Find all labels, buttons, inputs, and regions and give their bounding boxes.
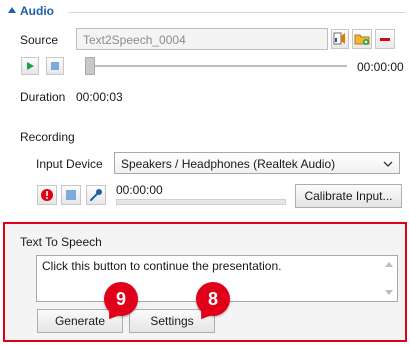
collapse-triangle-icon[interactable] bbox=[8, 7, 16, 13]
import-audio-button[interactable] bbox=[331, 29, 349, 49]
scroll-up-icon[interactable] bbox=[385, 262, 393, 267]
record-level-bar bbox=[116, 199, 286, 205]
open-folder-button[interactable] bbox=[352, 29, 372, 49]
folder-icon bbox=[354, 34, 370, 45]
audio-section-title: Audio bbox=[20, 4, 54, 18]
microphone-button[interactable] bbox=[86, 185, 106, 205]
calibrate-input-button[interactable]: Calibrate Input... bbox=[295, 184, 402, 208]
audio-section-header[interactable]: Audio bbox=[0, 0, 410, 22]
playback-slider-thumb[interactable] bbox=[85, 57, 95, 75]
scroll-down-icon[interactable] bbox=[385, 290, 393, 295]
source-label: Source bbox=[20, 33, 59, 47]
tts-text-scrollbar[interactable] bbox=[383, 258, 395, 299]
input-device-value: Speakers / Headphones (Realtek Audio) bbox=[121, 157, 336, 171]
recording-section-title: Recording bbox=[20, 130, 75, 144]
record-icon bbox=[41, 189, 53, 201]
text-to-speech-title: Text To Speech bbox=[20, 235, 102, 249]
play-button[interactable] bbox=[21, 57, 39, 75]
stop-icon bbox=[66, 190, 76, 200]
audio-file-icon bbox=[333, 32, 345, 45]
microphone-icon bbox=[90, 189, 102, 201]
record-stop-button[interactable] bbox=[61, 185, 81, 205]
play-icon bbox=[27, 62, 34, 70]
duration-value: 00:00:03 bbox=[76, 90, 123, 104]
record-button[interactable] bbox=[37, 185, 57, 205]
section-divider bbox=[68, 12, 406, 13]
input-device-dropdown[interactable]: Speakers / Headphones (Realtek Audio) bbox=[114, 152, 400, 174]
source-field[interactable]: Text2Speech_0004 bbox=[76, 28, 328, 50]
tts-text-content: Click this button to continue the presen… bbox=[42, 259, 282, 273]
input-device-label: Input Device bbox=[36, 157, 103, 171]
record-time: 00:00:00 bbox=[116, 183, 163, 197]
remove-audio-button[interactable] bbox=[375, 29, 395, 49]
playback-time: 00:00:00 bbox=[357, 60, 404, 74]
stop-button[interactable] bbox=[46, 57, 64, 75]
duration-label: Duration bbox=[20, 90, 66, 104]
playback-slider-track[interactable] bbox=[95, 65, 347, 67]
minus-icon bbox=[380, 38, 390, 41]
stop-icon bbox=[51, 62, 59, 70]
chevron-down-icon bbox=[383, 161, 393, 167]
